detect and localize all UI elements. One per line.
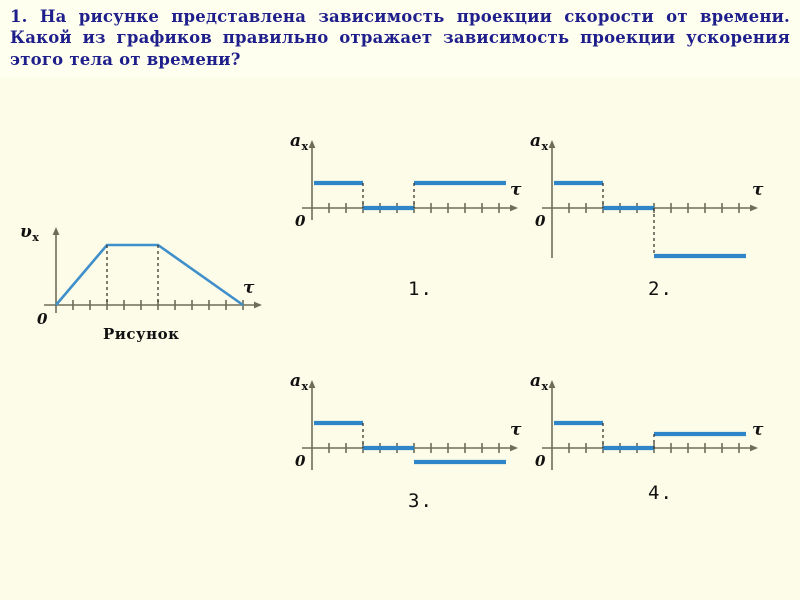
option-3-y-axis-arrowhead bbox=[308, 380, 316, 388]
option-4-y-axis-label: ax bbox=[530, 371, 549, 394]
option-2-chart-svg bbox=[542, 140, 758, 259]
velocity-curve bbox=[55, 243, 244, 307]
option-3-chart-svg bbox=[302, 380, 518, 470]
question-block: 1. На рисунке представлена зависимость п… bbox=[0, 0, 800, 79]
option-3-y-axis-label: ax bbox=[290, 371, 309, 394]
option-4-y-axis-subscript: x bbox=[541, 379, 549, 394]
option-1-y-axis-subscript: x bbox=[301, 139, 309, 154]
option-2-y-axis-arrowhead bbox=[548, 140, 556, 148]
figure-caption: Рисунок bbox=[103, 325, 180, 343]
option-4-origin-label: 0 bbox=[535, 452, 546, 470]
option-3-x-axis-label: τ bbox=[510, 420, 522, 440]
option-2-number[interactable]: 2. bbox=[648, 278, 673, 300]
velocity-origin-label: 0 bbox=[37, 310, 48, 328]
option-4-y-axis-arrowhead bbox=[548, 380, 556, 388]
option-1-chart-svg bbox=[302, 140, 518, 220]
option-1-y-axis-arrowhead bbox=[308, 140, 316, 148]
velocity-x-axis-label: τ bbox=[243, 278, 255, 298]
option-2-y-axis-label: ax bbox=[530, 131, 549, 154]
velocity-chart-svg bbox=[44, 227, 262, 313]
option-3-y-axis-subscript: x bbox=[301, 379, 309, 394]
velocity-y-axis-subscript: x bbox=[32, 230, 39, 245]
option-3-number[interactable]: 3. bbox=[408, 490, 433, 512]
option-1-x-axis-label: τ bbox=[510, 180, 522, 200]
option-2-origin-label: 0 bbox=[535, 212, 546, 230]
velocity-y-axis-arrowhead bbox=[52, 227, 60, 235]
option-4-chart-svg bbox=[542, 380, 758, 470]
option-4-x-axis-arrowhead bbox=[750, 444, 758, 452]
velocity-x-axis-arrowhead bbox=[254, 301, 262, 309]
option-3-chart[interactable] bbox=[300, 378, 530, 478]
option-1-origin-label: 0 bbox=[295, 212, 306, 230]
option-2-chart[interactable] bbox=[540, 138, 770, 268]
option-1-y-axis-label: ax bbox=[290, 131, 309, 154]
option-1-chart[interactable] bbox=[300, 138, 530, 228]
option-2-y-axis-subscript: x bbox=[541, 139, 549, 154]
option-4-number[interactable]: 4. bbox=[648, 482, 673, 504]
option-4-chart[interactable] bbox=[540, 378, 770, 478]
question-text: 1. На рисунке представлена зависимость п… bbox=[10, 7, 790, 69]
option-2-x-axis-label: τ bbox=[752, 180, 764, 200]
option-3-origin-label: 0 bbox=[295, 452, 306, 470]
option-2-x-axis-arrowhead bbox=[750, 204, 758, 212]
velocity-y-axis-label: υx bbox=[20, 222, 39, 245]
option-1-x-axis-arrowhead bbox=[510, 204, 518, 212]
option-1-number[interactable]: 1. bbox=[408, 278, 433, 300]
option-4-x-axis-label: τ bbox=[752, 420, 764, 440]
option-3-x-axis-arrowhead bbox=[510, 444, 518, 452]
velocity-time-figure bbox=[40, 225, 270, 320]
